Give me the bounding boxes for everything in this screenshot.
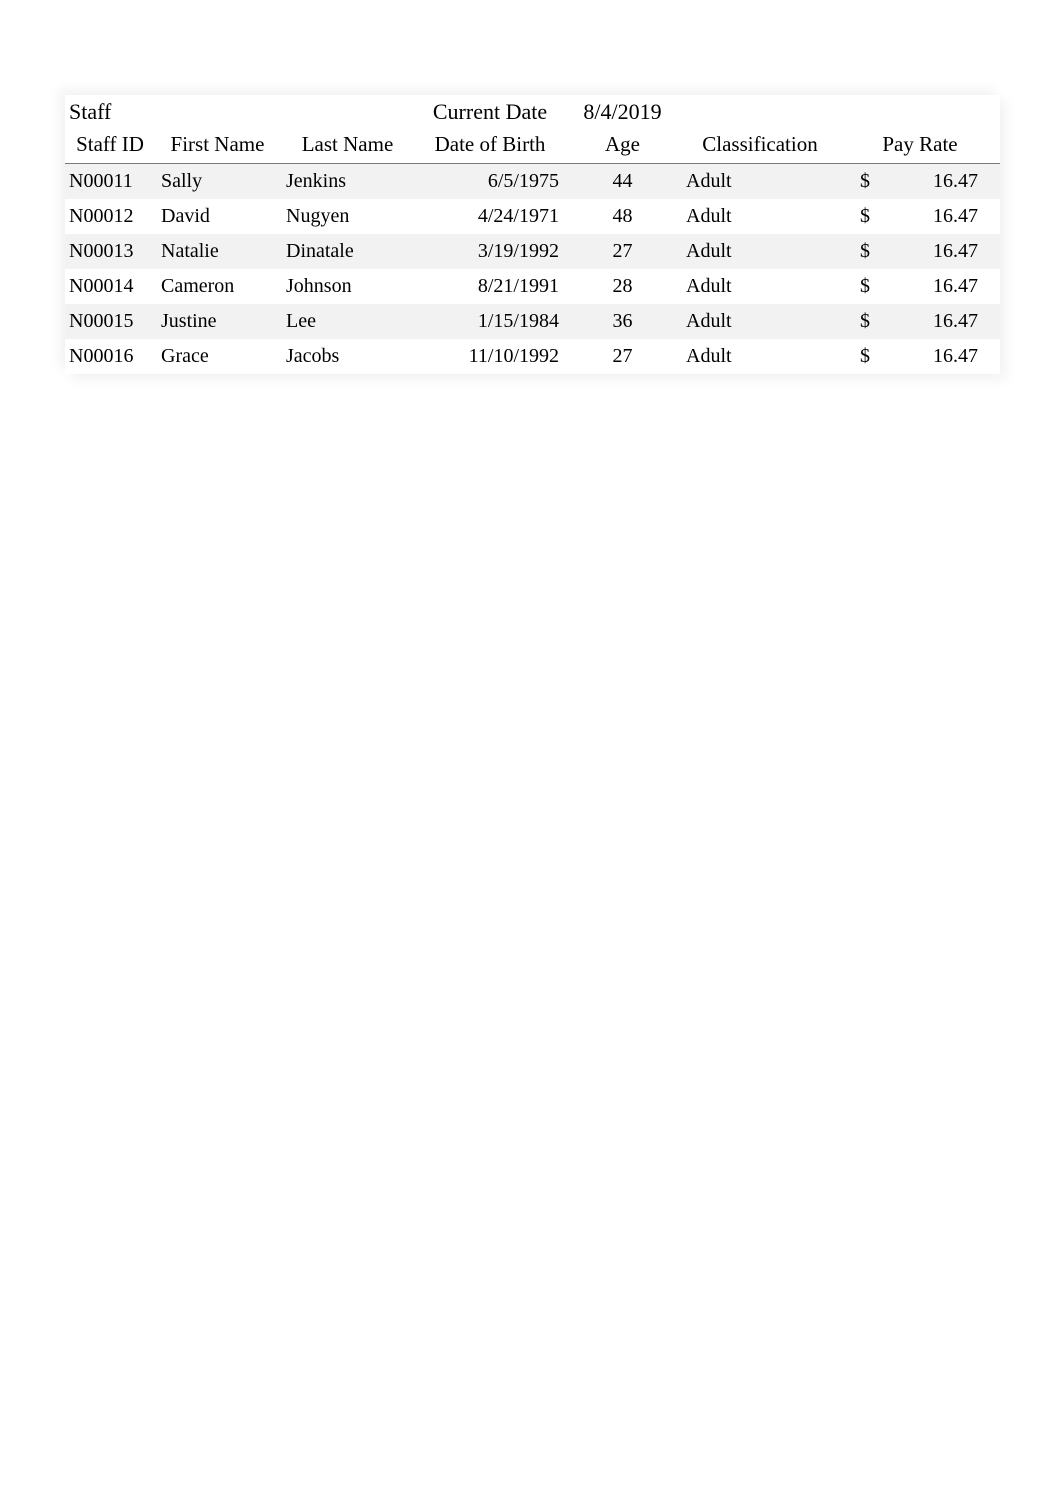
cell-currency-symbol: $ (840, 269, 900, 304)
sheet-title: Staff (65, 95, 155, 127)
col-classification: Classification (680, 127, 840, 164)
cell-pay-rate: 16.47 (900, 199, 1000, 234)
cell-date-of-birth: 8/21/1991 (415, 269, 565, 304)
col-pay-rate: Pay Rate (840, 127, 1000, 164)
table-row: N00011SallyJenkins6/5/197544Adult$16.47 (65, 164, 1000, 200)
cell-last-name: Jacobs (280, 339, 415, 374)
cell-first-name: Sally (155, 164, 280, 200)
cell-currency-symbol: $ (840, 339, 900, 374)
cell-classification: Adult (680, 234, 840, 269)
cell-date-of-birth: 3/19/1992 (415, 234, 565, 269)
cell-date-of-birth: 11/10/1992 (415, 339, 565, 374)
table-title-row: Staff Current Date 8/4/2019 (65, 95, 1000, 127)
table-row: N00012DavidNugyen4/24/197148Adult$16.47 (65, 199, 1000, 234)
cell-last-name: Jenkins (280, 164, 415, 200)
cell-first-name: David (155, 199, 280, 234)
cell-date-of-birth: 6/5/1975 (415, 164, 565, 200)
cell-pay-rate: 16.47 (900, 269, 1000, 304)
cell-last-name: Dinatale (280, 234, 415, 269)
cell-currency-symbol: $ (840, 164, 900, 200)
current-date-label: Current Date (415, 95, 565, 127)
cell-age: 27 (565, 234, 680, 269)
cell-age: 48 (565, 199, 680, 234)
cell-classification: Adult (680, 269, 840, 304)
cell-first-name: Justine (155, 304, 280, 339)
cell-staff-id: N00014 (65, 269, 155, 304)
table-row: N00015JustineLee1/15/198436Adult$16.47 (65, 304, 1000, 339)
cell-staff-id: N00011 (65, 164, 155, 200)
col-age: Age (565, 127, 680, 164)
cell-currency-symbol: $ (840, 199, 900, 234)
cell-pay-rate: 16.47 (900, 164, 1000, 200)
table-row: N00014CameronJohnson8/21/199128Adult$16.… (65, 269, 1000, 304)
cell-classification: Adult (680, 199, 840, 234)
cell-date-of-birth: 4/24/1971 (415, 199, 565, 234)
cell-last-name: Nugyen (280, 199, 415, 234)
table-row: N00016GraceJacobs11/10/199227Adult$16.47 (65, 339, 1000, 374)
cell-first-name: Grace (155, 339, 280, 374)
current-date-value: 8/4/2019 (565, 95, 680, 127)
col-first-name: First Name (155, 127, 280, 164)
cell-first-name: Cameron (155, 269, 280, 304)
cell-staff-id: N00016 (65, 339, 155, 374)
col-staff-id: Staff ID (65, 127, 155, 164)
cell-currency-symbol: $ (840, 234, 900, 269)
col-date-of-birth: Date of Birth (415, 127, 565, 164)
cell-currency-symbol: $ (840, 304, 900, 339)
cell-classification: Adult (680, 339, 840, 374)
cell-staff-id: N00013 (65, 234, 155, 269)
cell-staff-id: N00015 (65, 304, 155, 339)
table-row: N00013NatalieDinatale3/19/199227Adult$16… (65, 234, 1000, 269)
cell-last-name: Johnson (280, 269, 415, 304)
cell-staff-id: N00012 (65, 199, 155, 234)
cell-last-name: Lee (280, 304, 415, 339)
cell-pay-rate: 16.47 (900, 234, 1000, 269)
cell-date-of-birth: 1/15/1984 (415, 304, 565, 339)
cell-pay-rate: 16.47 (900, 304, 1000, 339)
staff-table: Staff Current Date 8/4/2019 Staff ID Fir… (65, 95, 1000, 374)
cell-age: 28 (565, 269, 680, 304)
cell-classification: Adult (680, 164, 840, 200)
cell-age: 27 (565, 339, 680, 374)
cell-first-name: Natalie (155, 234, 280, 269)
cell-pay-rate: 16.47 (900, 339, 1000, 374)
cell-age: 36 (565, 304, 680, 339)
cell-age: 44 (565, 164, 680, 200)
col-last-name: Last Name (280, 127, 415, 164)
table-header-row: Staff ID First Name Last Name Date of Bi… (65, 127, 1000, 164)
cell-classification: Adult (680, 304, 840, 339)
